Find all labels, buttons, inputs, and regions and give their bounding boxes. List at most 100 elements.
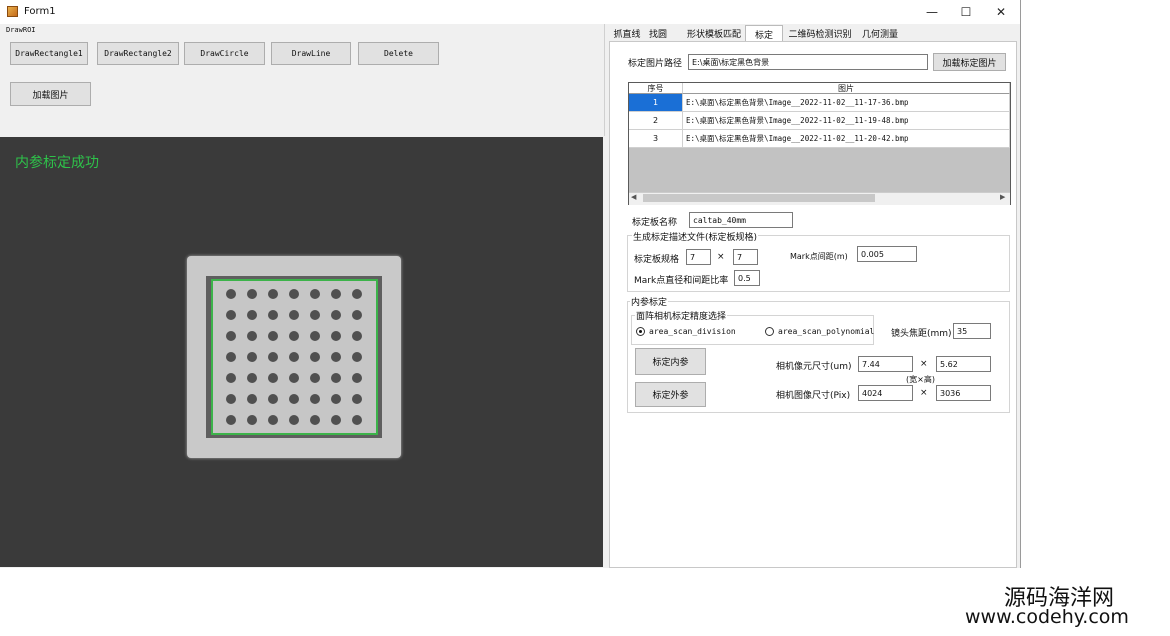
calibration-dot [226, 352, 236, 362]
calibration-dot [310, 331, 320, 341]
calibration-dot [331, 415, 341, 425]
roi-panel [0, 24, 605, 136]
load-image-button[interactable]: 加载图片 [10, 82, 91, 106]
radio-area-scan-polynomial[interactable] [765, 327, 774, 336]
board-spec-label: 标定板规格 [634, 255, 680, 265]
calibration-dot [226, 289, 236, 299]
draw-rectangle2-button[interactable]: DrawRectangle2 [97, 42, 179, 65]
calibration-dot [268, 352, 278, 362]
close-button[interactable]: ✕ [983, 0, 1019, 24]
tab-qrcode[interactable]: 二维码检测识别 [785, 25, 855, 41]
window-title: Form1 [24, 6, 56, 17]
calibration-dot [289, 373, 299, 383]
calibration-dot [352, 415, 362, 425]
calibration-dot [289, 310, 299, 320]
calibration-dot [247, 310, 257, 320]
calibration-dot [268, 415, 278, 425]
calibrate-extrinsic-button[interactable]: 标定外参 [635, 382, 706, 407]
calibration-dot [352, 373, 362, 383]
table-row-index[interactable]: 1 [629, 94, 683, 112]
radio-area-scan-division[interactable] [636, 327, 645, 336]
image-width-input[interactable]: 4024 [858, 385, 913, 401]
calibration-dot [352, 310, 362, 320]
tab-line[interactable]: 抓直线 [610, 25, 644, 41]
calibrate-intrinsic-button[interactable]: 标定内参 [635, 348, 706, 375]
focal-length-label: 镜头焦距(mm) [891, 329, 952, 339]
calibration-dot [310, 415, 320, 425]
load-calib-images-button[interactable]: 加载标定图片 [933, 53, 1006, 71]
table-row-path[interactable]: E:\桌面\标定黑色背景\Image__2022-11-02__11-20-42… [683, 130, 1010, 148]
image-size-label: 相机图像尺寸(Pix) [776, 391, 851, 401]
grid-header-index[interactable]: 序号 [629, 83, 683, 94]
calibration-dot [247, 289, 257, 299]
radio-division-label[interactable]: area_scan_division [649, 327, 736, 336]
scroll-right-icon[interactable]: ▶ [1000, 193, 1005, 201]
watermark-url: www.codehy.com [965, 606, 1129, 628]
times-sign: × [920, 359, 928, 369]
calibration-board-pattern [211, 279, 378, 435]
calibration-dot [310, 289, 320, 299]
maximize-button[interactable]: ☐ [948, 0, 984, 24]
tab-measure[interactable]: 几何测量 [858, 25, 902, 41]
board-spec-x-input[interactable]: 7 [686, 249, 711, 265]
calibration-dot [331, 394, 341, 404]
tab-shape-match[interactable]: 形状模板匹配 [683, 25, 745, 41]
calibration-dot [289, 289, 299, 299]
grid-header-image[interactable]: 图片 [683, 83, 1010, 94]
calibration-dot [226, 415, 236, 425]
desc-file-group-title: 生成标定描述文件(标定板规格) [632, 230, 759, 243]
calibration-status-text: 内参标定成功 [15, 155, 99, 171]
calibration-dot [331, 373, 341, 383]
draw-line-button[interactable]: DrawLine [271, 42, 351, 65]
minimize-button[interactable]: — [914, 0, 950, 24]
calibration-dot [331, 352, 341, 362]
board-name-label: 标定板名称 [632, 218, 678, 228]
calibration-dot [331, 331, 341, 341]
pixel-width-input[interactable]: 7.44 [858, 356, 913, 372]
tab-calibration[interactable]: 标定 [745, 25, 783, 42]
precision-group-title: 面阵相机标定精度选择 [635, 309, 728, 322]
calibration-dot [289, 331, 299, 341]
calibration-dot [310, 373, 320, 383]
mark-spacing-input[interactable]: 0.005 [857, 246, 917, 262]
image-path-label: 标定图片路径 [628, 59, 683, 69]
calibration-dot [331, 310, 341, 320]
table-row-index[interactable]: 2 [629, 112, 683, 130]
draw-rectangle1-button[interactable]: DrawRectangle1 [10, 42, 88, 65]
draw-circle-button[interactable]: DrawCircle [184, 42, 265, 65]
calibration-dot [268, 394, 278, 404]
tab-circle[interactable]: 找圆 [646, 25, 670, 41]
calibration-dot [247, 352, 257, 362]
grid-scroll-thumb[interactable] [643, 194, 875, 202]
calibration-dot [247, 373, 257, 383]
calibration-dot [268, 331, 278, 341]
mark-ratio-input[interactable]: 0.5 [734, 270, 760, 286]
roi-group-label: DrawROI [6, 26, 36, 34]
pixel-size-label: 相机像元尺寸(um) [776, 362, 852, 372]
image-height-input[interactable]: 3036 [936, 385, 991, 401]
table-row-path[interactable]: E:\桌面\标定黑色背景\Image__2022-11-02__11-17-36… [683, 94, 1010, 112]
calibration-dot [247, 415, 257, 425]
intrinsic-group-title: 内参标定 [630, 295, 669, 308]
mark-spacing-label: Mark点间距(m) [790, 252, 848, 261]
times-sign: × [920, 388, 928, 398]
pixel-height-input[interactable]: 5.62 [936, 356, 991, 372]
calibration-dot [352, 352, 362, 362]
scroll-left-icon[interactable]: ◀ [631, 193, 636, 201]
calibration-dot [226, 394, 236, 404]
calibration-dot [352, 331, 362, 341]
calibration-dot [310, 310, 320, 320]
calibration-dot [310, 394, 320, 404]
radio-polynomial-label[interactable]: area_scan_polynomial [778, 327, 874, 336]
focal-length-input[interactable]: 35 [953, 323, 991, 339]
calibration-dot [226, 373, 236, 383]
table-row-path[interactable]: E:\桌面\标定黑色背景\Image__2022-11-02__11-19-48… [683, 112, 1010, 130]
calibration-dot [268, 289, 278, 299]
times-sign: × [717, 252, 725, 262]
delete-button[interactable]: Delete [358, 42, 439, 65]
calibration-dot [289, 394, 299, 404]
board-name-input[interactable]: caltab_40mm [689, 212, 793, 228]
board-spec-y-input[interactable]: 7 [733, 249, 758, 265]
image-path-input[interactable]: E:\桌面\标定黑色背景 [688, 54, 928, 70]
table-row-index[interactable]: 3 [629, 130, 683, 148]
